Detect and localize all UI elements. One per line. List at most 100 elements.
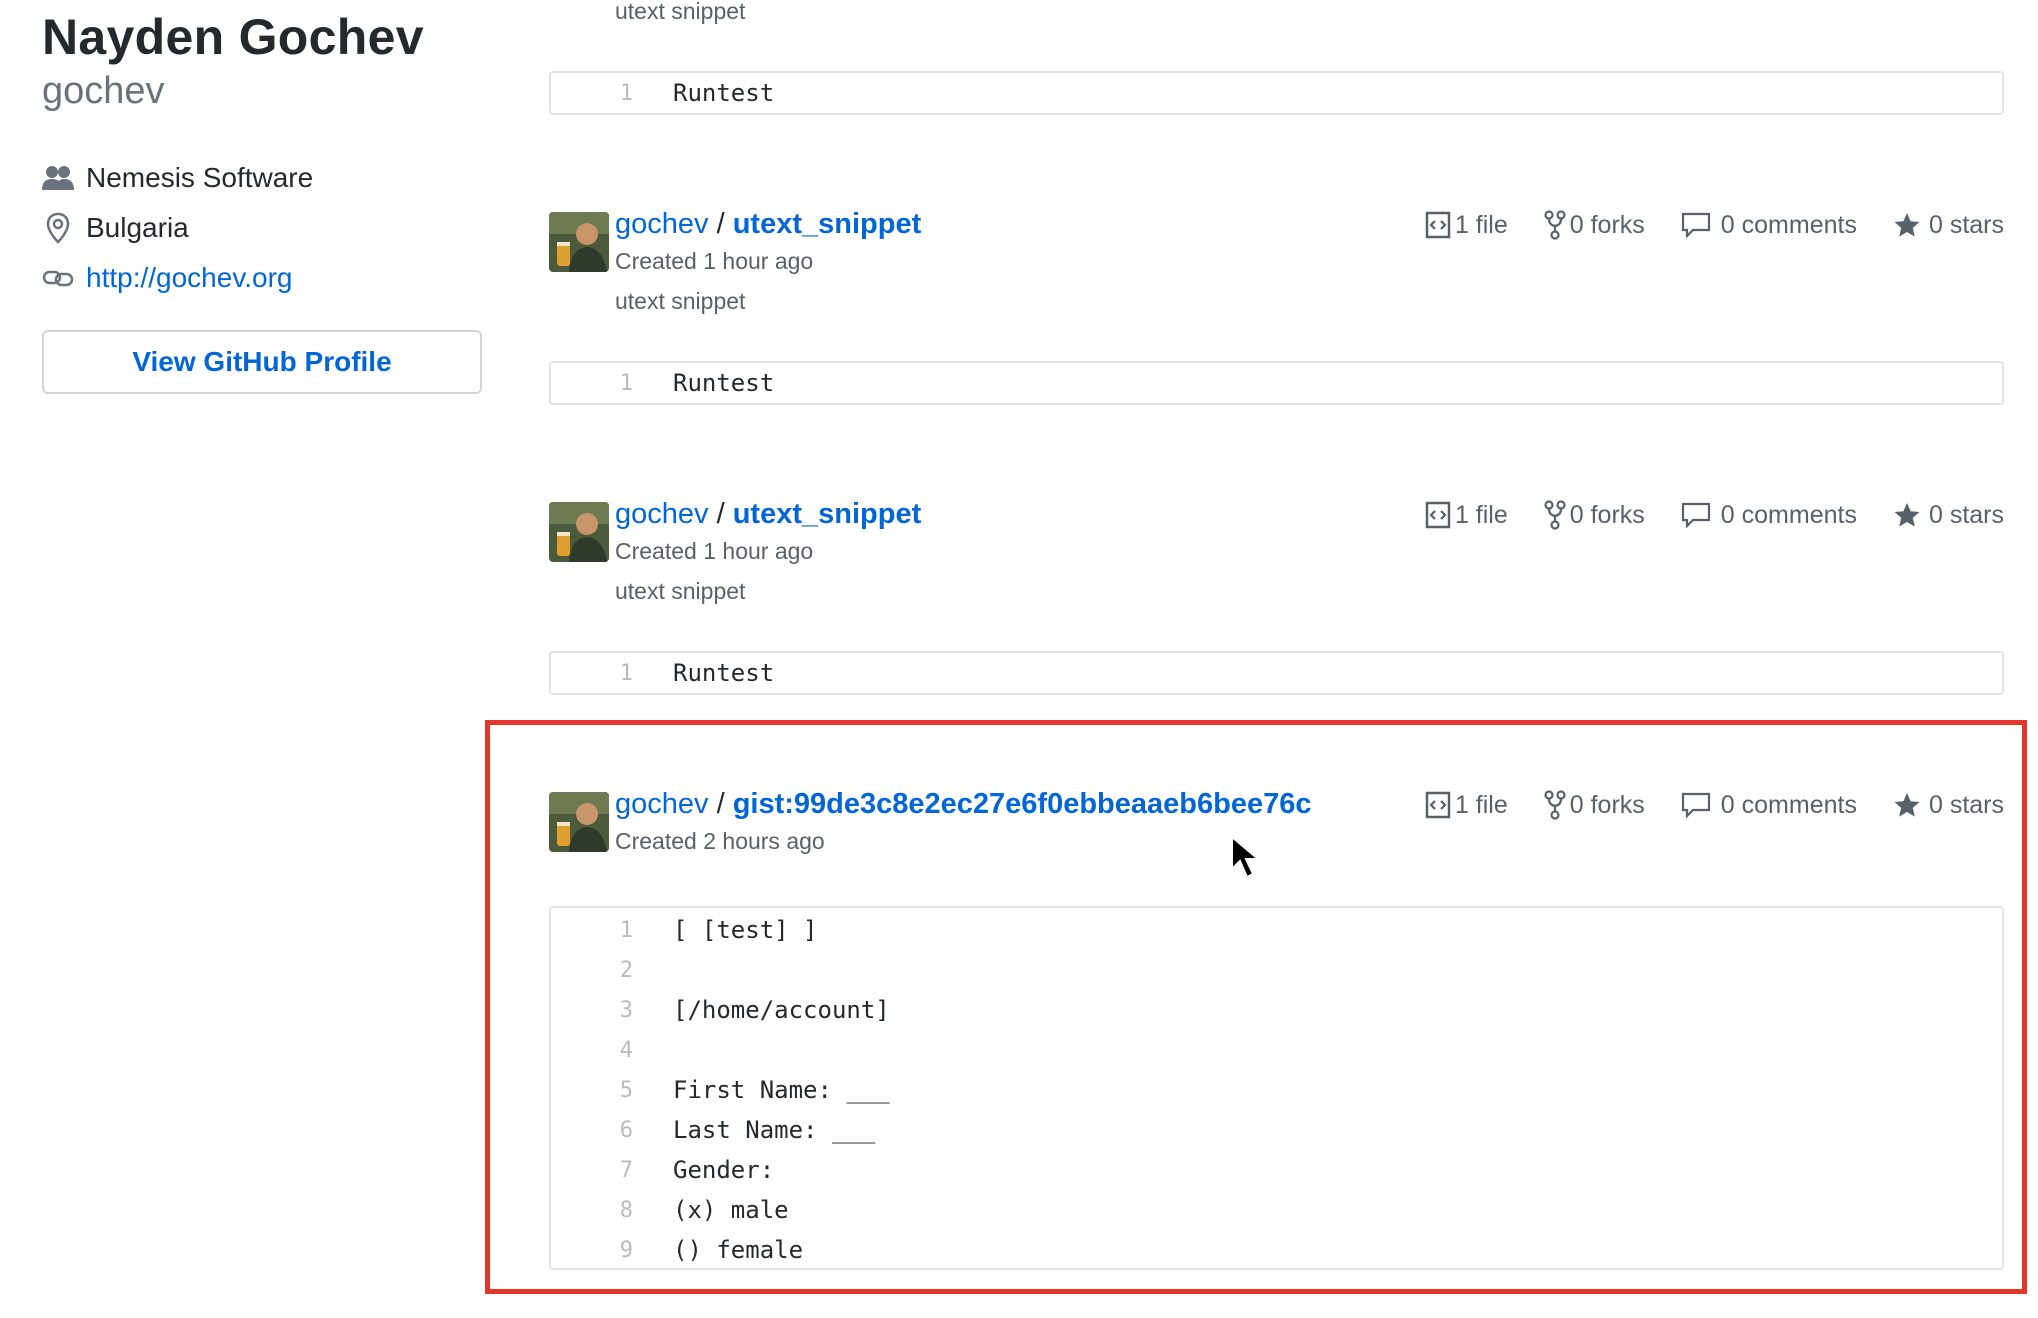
line-number: 3 bbox=[619, 997, 633, 1023]
profile-location: Bulgaria bbox=[42, 208, 189, 248]
code-text: Runtest bbox=[673, 369, 775, 397]
code-line: 4 bbox=[551, 1030, 633, 1070]
code-preview[interactable]: 1 Runtest bbox=[549, 71, 2004, 115]
code-line: 6 Last Name: ___ bbox=[551, 1110, 876, 1150]
code-text: () female bbox=[673, 1236, 804, 1264]
profile-website-link[interactable]: http://gochev.org bbox=[86, 262, 293, 294]
fork-icon bbox=[1544, 500, 1566, 530]
stars-count: 0 stars bbox=[1928, 790, 2004, 819]
code-file-icon bbox=[1425, 791, 1451, 819]
code-preview[interactable]: 1 Runtest bbox=[549, 361, 2004, 405]
comments-count: 0 comments bbox=[1720, 790, 1857, 819]
code-file-icon bbox=[1425, 211, 1451, 239]
code-text: Last Name: ___ bbox=[673, 1116, 876, 1144]
forks-count-link[interactable]: 0 forks bbox=[1544, 210, 1645, 240]
code-line: 1 Runtest bbox=[551, 653, 774, 693]
link-icon bbox=[42, 262, 74, 294]
gist-owner-link[interactable]: gochev bbox=[615, 498, 709, 530]
files-count-link[interactable]: 1 file bbox=[1425, 791, 1508, 820]
profile-username: gochev bbox=[42, 70, 165, 112]
profile-company-label: Nemesis Software bbox=[86, 162, 314, 193]
avatar[interactable] bbox=[549, 212, 609, 272]
gist-header: gochev / gist:99de3c8e2ec27e6f0ebbeaaeb6… bbox=[549, 788, 2004, 862]
code-text: First Name: ___ bbox=[673, 1076, 890, 1104]
gist-meta: 1 file 0 forks 0 comments 0 stars bbox=[1389, 500, 2004, 530]
people-icon bbox=[42, 162, 74, 194]
location-icon bbox=[42, 212, 74, 244]
title-separator: / bbox=[716, 788, 725, 820]
gist-owner-link[interactable]: gochev bbox=[615, 208, 709, 240]
comments-count-link[interactable]: 0 comments bbox=[1681, 791, 1857, 820]
profile-website: http://gochev.org bbox=[42, 258, 293, 298]
line-number: 1 bbox=[619, 80, 633, 106]
star-icon bbox=[1894, 503, 1920, 527]
comments-count: 0 comments bbox=[1720, 500, 1857, 529]
gist-title: gochev / utext_snippet bbox=[615, 498, 921, 531]
forks-count: 0 forks bbox=[1569, 210, 1645, 239]
code-line: 1 Runtest bbox=[551, 363, 774, 403]
gist-meta: 1 file 0 forks 0 comments 0 stars bbox=[1389, 790, 2004, 820]
gist-description: utext snippet bbox=[615, 578, 746, 604]
code-text: [/home/account] bbox=[673, 996, 890, 1024]
code-line: 3 [/home/account] bbox=[551, 990, 890, 1030]
line-number: 7 bbox=[619, 1157, 633, 1183]
gist-name-link[interactable]: gist:99de3c8e2ec27e6f0ebbeaaeb6bee76c bbox=[733, 788, 1312, 820]
forks-count: 0 forks bbox=[1569, 500, 1645, 529]
forks-count-link[interactable]: 0 forks bbox=[1544, 790, 1645, 820]
title-separator: / bbox=[716, 208, 725, 240]
avatar[interactable] bbox=[549, 502, 609, 562]
gist-meta: 1 file 0 forks 0 comments 0 stars bbox=[1389, 210, 2004, 240]
gist-header: gochev / utext_snippet Created 1 hour ag… bbox=[549, 208, 2004, 282]
code-text: Runtest bbox=[673, 79, 775, 107]
stars-count-link[interactable]: 0 stars bbox=[1893, 501, 2004, 530]
gist-created-time: Created 2 hours ago bbox=[615, 828, 825, 854]
fork-icon bbox=[1544, 210, 1566, 240]
files-count-link[interactable]: 1 file bbox=[1425, 501, 1508, 530]
stars-count-link[interactable]: 0 stars bbox=[1893, 211, 2004, 240]
avatar[interactable] bbox=[549, 792, 609, 852]
profile-location-label: Bulgaria bbox=[86, 212, 189, 243]
stars-count-link[interactable]: 0 stars bbox=[1893, 791, 2004, 820]
code-line: 1 Runtest bbox=[551, 73, 774, 113]
code-preview[interactable]: 1 [ [test] ] 2 3 [/home/account] 4 5 First … bbox=[549, 906, 2004, 1270]
fork-icon bbox=[1544, 790, 1566, 820]
line-number: 1 bbox=[619, 660, 633, 686]
code-text: Runtest bbox=[673, 659, 775, 687]
forks-count: 0 forks bbox=[1569, 790, 1645, 819]
code-line: 7 Gender: bbox=[551, 1150, 774, 1190]
gist-header: gochev / utext_snippet Created 1 hour ag… bbox=[549, 498, 2004, 572]
comment-icon bbox=[1681, 792, 1710, 819]
code-line: 1 [ [test] ] bbox=[551, 910, 818, 950]
gist-title: gochev / gist:99de3c8e2ec27e6f0ebbeaaeb6… bbox=[615, 788, 1312, 821]
files-count: 1 file bbox=[1454, 500, 1508, 529]
comments-count: 0 comments bbox=[1720, 210, 1857, 239]
line-number: 8 bbox=[619, 1197, 633, 1223]
stars-count: 0 stars bbox=[1928, 210, 2004, 239]
comment-icon bbox=[1681, 502, 1710, 529]
gist-created-time: Created 1 hour ago bbox=[615, 538, 814, 564]
line-number: 5 bbox=[619, 1077, 633, 1103]
gist-description: utext snippet bbox=[615, 288, 746, 314]
view-github-profile-button[interactable]: View GitHub Profile bbox=[42, 330, 482, 394]
gist-name-link[interactable]: utext_snippet bbox=[733, 208, 922, 240]
code-line: 9 () female bbox=[551, 1230, 803, 1270]
stars-count: 0 stars bbox=[1928, 500, 2004, 529]
files-count: 1 file bbox=[1454, 790, 1508, 819]
files-count-link[interactable]: 1 file bbox=[1425, 211, 1508, 240]
code-text: Gender: bbox=[673, 1156, 775, 1184]
code-preview[interactable]: 1 Runtest bbox=[549, 651, 2004, 695]
title-separator: / bbox=[716, 498, 725, 530]
forks-count-link[interactable]: 0 forks bbox=[1544, 500, 1645, 530]
gist-description: utext snippet bbox=[615, 0, 746, 24]
gist-title: gochev / utext_snippet bbox=[615, 208, 921, 241]
line-number: 9 bbox=[619, 1237, 633, 1263]
code-text: [ [test] ] bbox=[673, 916, 818, 944]
code-text: (x) male bbox=[673, 1196, 789, 1224]
gist-owner-link[interactable]: gochev bbox=[615, 788, 709, 820]
gist-name-link[interactable]: utext_snippet bbox=[733, 498, 922, 530]
comments-count-link[interactable]: 0 comments bbox=[1681, 211, 1857, 240]
code-line: 2 bbox=[551, 950, 633, 990]
comments-count-link[interactable]: 0 comments bbox=[1681, 501, 1857, 530]
star-icon bbox=[1894, 793, 1920, 817]
code-line: 5 First Name: ___ bbox=[551, 1070, 890, 1110]
